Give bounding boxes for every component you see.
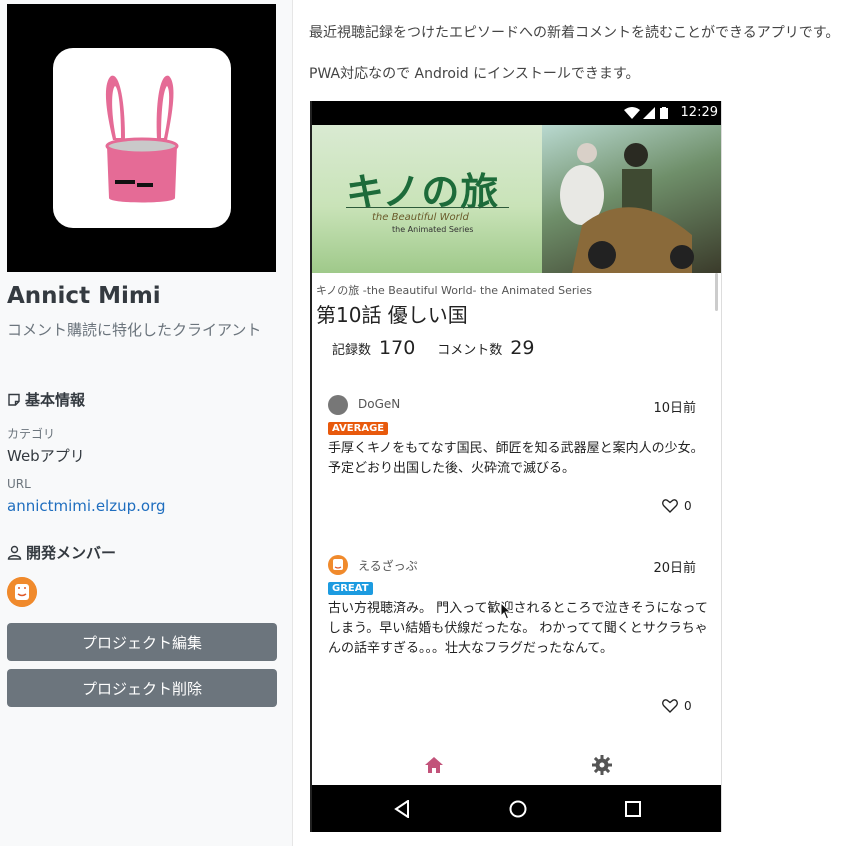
- comment-text: 手厚くキノをもてなす国民、師匠を知る武器屋と案内人の少女。 予定どおり出国した後…: [328, 441, 704, 476]
- phone-screenshot: 12:29 キノの旅 the Beautiful World the Anima…: [310, 101, 722, 832]
- banner-rule: [346, 207, 509, 208]
- url-label: URL: [7, 477, 31, 491]
- anime-characters-image: [560, 143, 694, 273]
- description-paragraph: 最近視聴記録をつけたエピソードへの新着コメントを読むことができるアプリです。: [309, 25, 840, 41]
- pwa-paragraph: PWA対応なので Android にインストールできます。: [309, 66, 640, 82]
- series-title: キノの旅 -the Beautiful World- the Animated …: [316, 284, 592, 297]
- like-count: 0: [684, 499, 692, 513]
- comment-item: DoGeN 10日前 AVERAGE 手厚くキノをもてなす国民、師匠を知る武器屋…: [328, 394, 712, 479]
- records-label: 記録数: [332, 343, 372, 358]
- url-link[interactable]: annictmimi.elzup.org: [7, 497, 166, 515]
- commenter-name[interactable]: DoGeN: [358, 397, 400, 411]
- logo-card: [53, 48, 231, 228]
- home-icon[interactable]: [424, 756, 444, 774]
- back-icon[interactable]: [394, 800, 410, 818]
- members-label: 開発メンバー: [26, 544, 117, 562]
- project-logo: [7, 4, 276, 272]
- project-title: Annict Mimi: [7, 283, 161, 309]
- category-label: カテゴリ: [7, 427, 56, 441]
- category-value: Webアプリ: [7, 447, 85, 465]
- project-description: コメント購読に特化したクライアント: [7, 321, 262, 339]
- comments-count: 29: [510, 337, 535, 359]
- comment-time: 10日前: [653, 401, 696, 416]
- commenter-name[interactable]: えるざっぷ: [358, 557, 418, 574]
- user-icon: [7, 545, 22, 560]
- comment-item: えるざっぷ 20日前 GREAT 古い方視聴済み。 門入って歓迎されるところで泣…: [328, 554, 712, 659]
- episode-stats: 記録数 170 コメント数 29: [332, 337, 556, 359]
- signal-icon: [643, 107, 655, 119]
- like-button[interactable]: 0: [662, 499, 692, 513]
- scrollbar-thumb[interactable]: [715, 273, 718, 311]
- rabbit-bucket-icon: [105, 75, 179, 203]
- delete-project-button[interactable]: プロジェクト削除: [7, 669, 277, 707]
- banner-artwork: [542, 125, 721, 273]
- main-content: 最近視聴記録をつけたエピソードへの新着コメントを読むことができるアプリです。 P…: [292, 0, 852, 846]
- basic-info-heading: 基本情報: [7, 389, 85, 410]
- battery-icon: [660, 107, 668, 119]
- episode-title: 第10話 優しい国: [316, 303, 468, 327]
- mouse-cursor-icon: [500, 602, 512, 620]
- avatar-face-icon: [7, 577, 37, 607]
- sidebar: Annict Mimi コメント購読に特化したクライアント 基本情報 カテゴリ …: [0, 0, 292, 846]
- edit-project-button[interactable]: プロジェクト編集: [7, 623, 277, 661]
- status-bar: 12:29: [312, 101, 721, 125]
- home-circle-icon[interactable]: [509, 800, 527, 818]
- comment-time: 20日前: [653, 561, 696, 576]
- recents-icon[interactable]: [625, 801, 641, 817]
- heart-icon: [662, 699, 678, 713]
- note-icon: [8, 393, 20, 406]
- comment-text: 古い方視聴済み。 門入って歓迎されるところで泣きそうになってしまう。早い結婚も伏…: [328, 601, 708, 656]
- wifi-icon: [624, 107, 640, 119]
- commenter-avatar[interactable]: [328, 395, 348, 415]
- member-avatar[interactable]: [7, 577, 37, 607]
- like-button[interactable]: 0: [662, 699, 692, 713]
- android-nav-bar: [312, 785, 721, 832]
- status-time: 12:29: [680, 105, 718, 120]
- rating-badge: AVERAGE: [328, 422, 389, 435]
- records-count: 170: [379, 337, 416, 359]
- banner-subtitle: the Beautiful World: [372, 212, 469, 223]
- banner-subtitle-2: the Animated Series: [392, 225, 474, 234]
- commenter-avatar[interactable]: [328, 555, 348, 575]
- members-heading: 開発メンバー: [7, 542, 116, 563]
- basic-info-label: 基本情報: [25, 391, 86, 409]
- like-count: 0: [684, 699, 692, 713]
- avatar-face-icon: [333, 559, 343, 570]
- comments-label: コメント数: [437, 343, 503, 358]
- heart-icon: [662, 499, 678, 513]
- banner-title-area: キノの旅 the Beautiful World the Animated Se…: [312, 125, 542, 273]
- settings-gear-icon[interactable]: [592, 755, 612, 775]
- anime-banner: キノの旅 the Beautiful World the Animated Se…: [312, 125, 721, 273]
- rating-badge: GREAT: [328, 582, 373, 595]
- app-bottom-nav: [312, 747, 721, 785]
